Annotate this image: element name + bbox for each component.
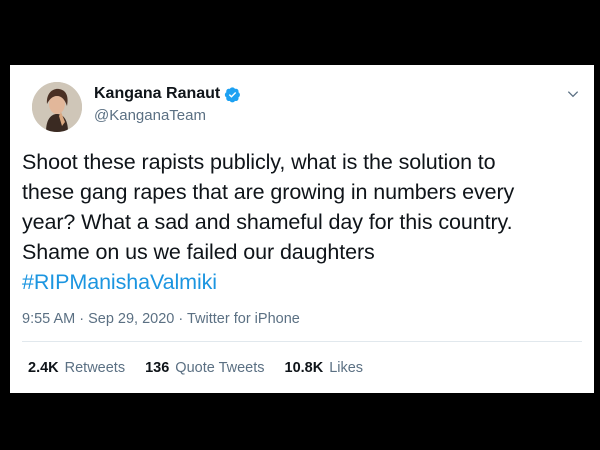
- avatar-image: [32, 82, 82, 132]
- user-handle[interactable]: @KanganaTeam: [94, 107, 206, 124]
- retweets-stat[interactable]: 2.4K Retweets: [28, 360, 125, 376]
- meta-separator: ·: [174, 311, 187, 327]
- tweet-source[interactable]: Twitter for iPhone: [187, 311, 300, 327]
- tweet-line: Shoot these rapists publicly, what is th…: [22, 150, 496, 174]
- tweet-line: these gang rapes that are growing in num…: [22, 180, 515, 204]
- likes-label: Likes: [329, 360, 364, 376]
- display-name[interactable]: Kangana Ranaut: [94, 85, 220, 103]
- tweet-time[interactable]: 9:55 AM: [22, 311, 75, 327]
- retweets-label: Retweets: [64, 360, 126, 376]
- tweet-card: Kangana Ranaut @KanganaTeam Shoot these …: [10, 65, 594, 393]
- avatar[interactable]: [32, 82, 82, 132]
- hashtag-link[interactable]: #RIPManishaValmiki: [22, 267, 582, 297]
- likes-count: 10.8K: [284, 360, 324, 376]
- likes-stat[interactable]: 10.8K Likes: [285, 360, 364, 376]
- verified-badge-icon: [225, 86, 241, 102]
- tweet-text: Shoot these rapists publicly, what is th…: [22, 147, 582, 297]
- chevron-down-icon[interactable]: [566, 87, 580, 101]
- tweet-line: year? What a sad and shameful day for th…: [22, 210, 513, 234]
- author-name-row: Kangana Ranaut: [94, 85, 241, 103]
- retweets-count: 2.4K: [28, 360, 59, 376]
- quote-tweets-stat[interactable]: 136 Quote Tweets: [145, 360, 264, 376]
- quote-tweets-label: Quote Tweets: [175, 360, 265, 376]
- meta-separator: ·: [75, 311, 89, 327]
- tweet-date[interactable]: Sep 29, 2020: [88, 311, 174, 327]
- engagement-stats: 2.4K Retweets 136 Quote Tweets 10.8K Likes: [28, 360, 383, 376]
- quote-tweets-count: 136: [145, 360, 170, 376]
- tweet-metadata: 9:55 AM · Sep 29, 2020 · Twitter for iPh…: [22, 311, 300, 327]
- tweet-line: Shame on us we failed our daughters: [22, 240, 375, 264]
- divider: [22, 341, 582, 342]
